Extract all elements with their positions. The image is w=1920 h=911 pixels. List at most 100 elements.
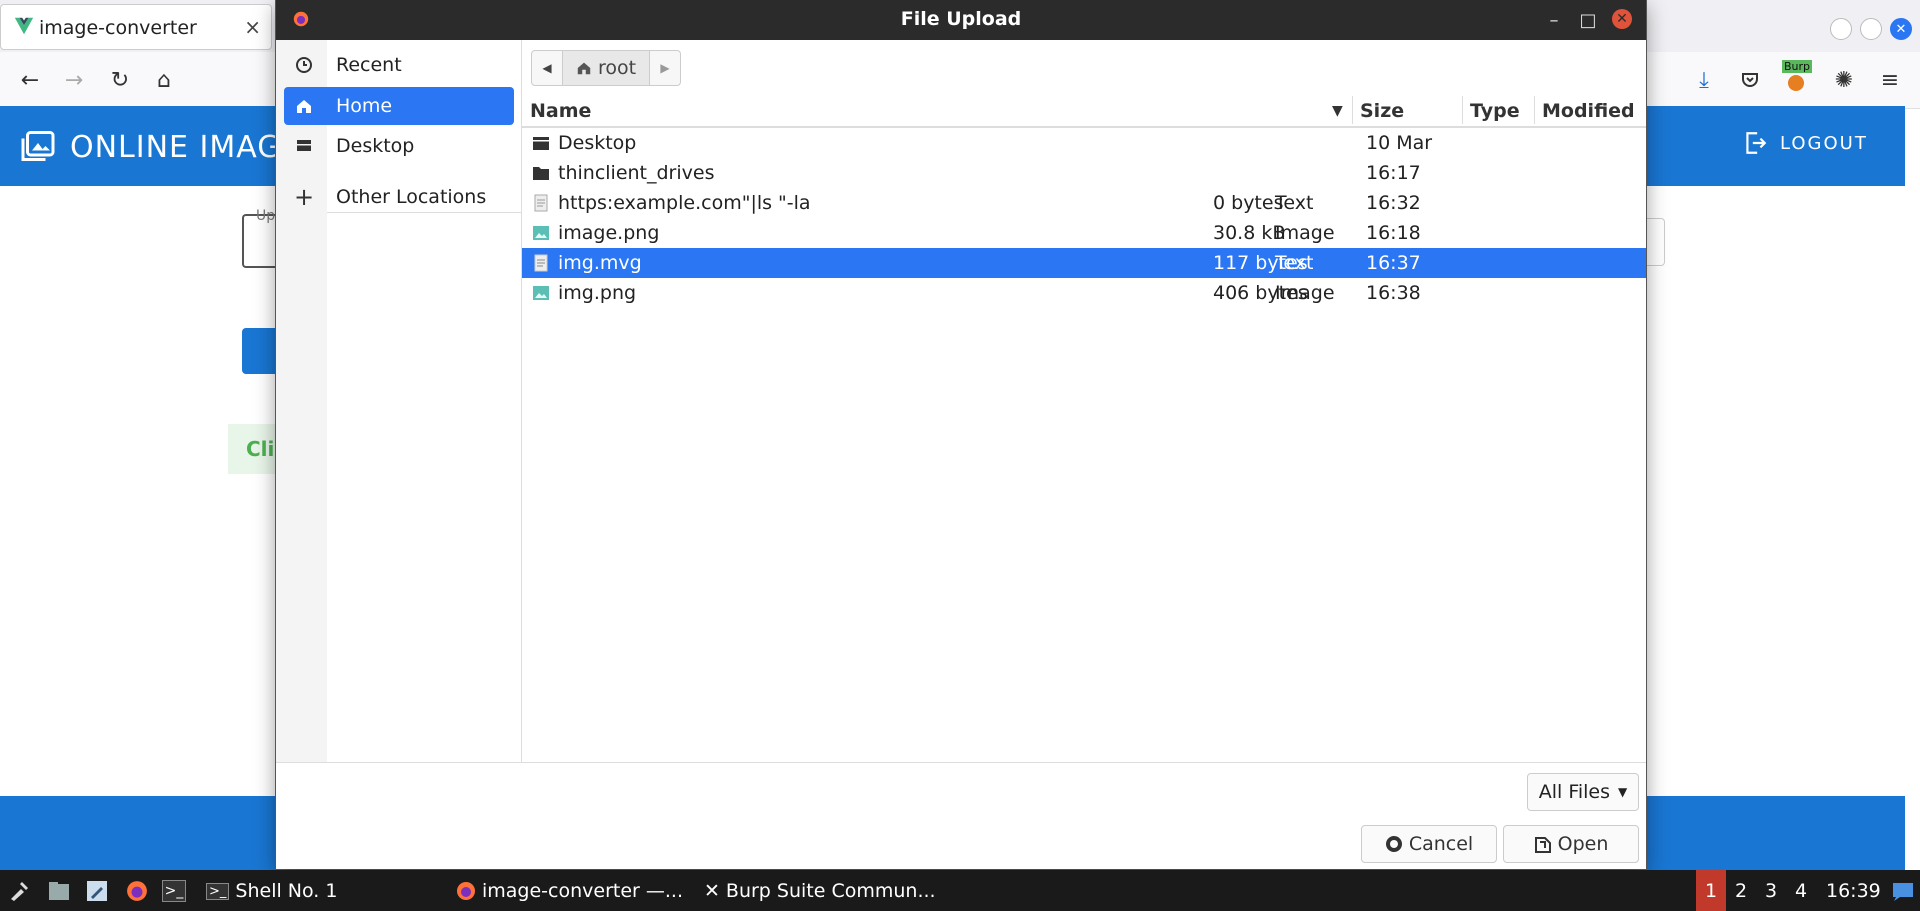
sidebar-item-label: Other Locations (336, 186, 487, 208)
desktop-icon (284, 137, 324, 155)
path-bar: ◀ root ▶ (531, 50, 681, 86)
workspace-4[interactable]: 4 (1786, 870, 1816, 911)
plus-icon: + (293, 183, 315, 211)
browser-tab-close-button[interactable]: × (244, 15, 261, 39)
sidebar-item-label: Home (336, 95, 393, 117)
file-filter-label: All Files (1538, 781, 1611, 803)
info-alert-text: Cli (246, 437, 275, 461)
file-type: Text (1275, 252, 1314, 274)
reload-icon[interactable]: ↻ (106, 66, 134, 94)
taskbar-item-burp-suite[interactable]: ✕ Burp Suite Commun... (704, 880, 936, 902)
places-sidebar: Recent Home Desktop + Other Locations (276, 40, 522, 762)
file-row-img-mvg[interactable]: img.mvg 117 bytes Text 16:37 (522, 248, 1646, 278)
path-segment-root[interactable]: root (563, 50, 650, 86)
taskbar-item-image-converter[interactable]: image-converter —... (456, 880, 683, 902)
sidebar-item-recent[interactable]: Recent (284, 46, 514, 84)
chevron-down-icon: ▼ (1618, 785, 1628, 799)
chevron-right-icon: ▶ (660, 61, 670, 75)
file-upload-dialog: File Upload – □ ✕ Recent Home Desktop + (276, 0, 1646, 869)
image-file-icon (533, 226, 549, 240)
open-icon (1534, 837, 1551, 853)
file-type: Text (1275, 192, 1314, 214)
file-name: img.mvg (558, 252, 642, 274)
app-menu-icon[interactable] (6, 878, 32, 904)
taskbar: >_ >_ Shell No. 1 image-converter —... ✕… (0, 870, 1920, 911)
home-icon[interactable]: ⌂ (150, 66, 178, 94)
file-type: Image (1275, 222, 1335, 244)
open-button[interactable]: Open (1503, 825, 1639, 863)
window-maximize-button[interactable] (1860, 18, 1882, 40)
file-name: thinclient_drives (558, 162, 715, 184)
workspace-1[interactable]: 1 (1696, 870, 1726, 911)
taskbar-clock: 16:39 (1826, 880, 1881, 902)
column-header-modified[interactable]: Modified (1542, 100, 1635, 122)
dialog-action-area: All Files ▼ Cancel Open (276, 762, 1646, 869)
file-filter-dropdown[interactable]: All Files ▼ (1527, 773, 1639, 811)
dialog-minimize-button[interactable]: – (1542, 8, 1566, 32)
column-header-name[interactable]: Name (530, 100, 591, 122)
column-header-type[interactable]: Type (1470, 100, 1520, 122)
file-row-thinclient-drives[interactable]: thinclient_drives 16:17 (522, 158, 1646, 188)
file-row-image-png[interactable]: image.png 30.8 kB Image 16:18 (522, 218, 1646, 248)
menu-icon[interactable]: ≡ (1876, 66, 1904, 94)
pocket-icon[interactable] (1736, 66, 1764, 94)
sidebar-item-other-locations[interactable]: + Other Locations (284, 178, 514, 216)
terminal-icon[interactable]: >_ (162, 880, 186, 902)
workspace-2[interactable]: 2 (1726, 870, 1756, 911)
column-separator (1534, 96, 1535, 124)
text-editor-icon[interactable] (84, 878, 110, 904)
dialog-titlebar: File Upload – □ ✕ (276, 0, 1646, 40)
home-icon (577, 62, 591, 75)
sidebar-item-label: Desktop (336, 135, 415, 157)
open-label: Open (1557, 833, 1609, 855)
burp-extension-icon[interactable]: Burp (1782, 60, 1813, 94)
path-back-button[interactable]: ◀ (531, 50, 563, 86)
card-edge (1646, 218, 1665, 266)
file-modified: 16:32 (1366, 192, 1421, 214)
file-modified: 10 Mar (1366, 132, 1433, 154)
path-forward-button[interactable]: ▶ (650, 50, 681, 86)
file-name: img.png (558, 282, 637, 304)
cancel-icon (1385, 836, 1402, 852)
workspace-3[interactable]: 3 (1756, 870, 1786, 911)
upload-field-label: Up (256, 208, 276, 224)
dialog-title: File Upload (900, 8, 1022, 30)
sidebar-item-home[interactable]: Home (284, 87, 514, 125)
path-segment-label: root (597, 57, 637, 79)
file-row-https-example[interactable]: https:example.com"|ls "-la 0 bytes Text … (522, 188, 1646, 218)
task-label: Shell No. 1 (235, 880, 338, 902)
burp-dot-icon (1788, 75, 1804, 91)
dialog-maximize-button[interactable]: □ (1576, 8, 1600, 32)
folder-icon (533, 137, 549, 150)
chevron-left-icon: ◀ (542, 61, 552, 75)
sidebar-item-desktop[interactable]: Desktop (284, 127, 514, 165)
taskbar-item-shell[interactable]: >_ Shell No. 1 (206, 880, 337, 902)
burp-badge: Burp (1782, 60, 1813, 73)
cancel-button[interactable]: Cancel (1361, 825, 1497, 863)
file-row-img-png[interactable]: img.png 406 bytes Image 16:38 (522, 278, 1646, 308)
download-icon[interactable]: ⤓ (1690, 66, 1718, 94)
firefox-icon (457, 882, 475, 900)
back-icon[interactable]: ← (16, 66, 44, 94)
column-header-size[interactable]: Size (1360, 100, 1404, 122)
text-file-icon (534, 194, 548, 212)
cookie-icon[interactable]: ✺ (1830, 66, 1858, 94)
notification-icon[interactable] (1890, 878, 1916, 904)
clock-icon (284, 56, 324, 74)
file-modified: 16:37 (1366, 252, 1421, 274)
cancel-label: Cancel (1408, 833, 1474, 855)
file-name: Desktop (558, 132, 637, 154)
file-manager-icon[interactable] (46, 878, 72, 904)
burp-icon: ✕ (704, 880, 720, 902)
logout-button[interactable]: LOGOUT (1742, 130, 1868, 156)
firefox-icon[interactable] (124, 878, 150, 904)
file-list-header: Name ▼ Size Type Modified (522, 94, 1646, 128)
sidebar-item-label: Recent (336, 54, 402, 76)
window-close-button[interactable]: ✕ (1890, 18, 1912, 40)
file-row-desktop[interactable]: Desktop 10 Mar (522, 128, 1646, 158)
dialog-close-button[interactable]: ✕ (1612, 9, 1632, 29)
window-minimize-button[interactable] (1830, 18, 1852, 40)
file-size: 0 bytes (1213, 192, 1284, 214)
browser-tab[interactable]: image-converter × (0, 4, 272, 50)
forward-icon[interactable]: → (60, 66, 88, 94)
